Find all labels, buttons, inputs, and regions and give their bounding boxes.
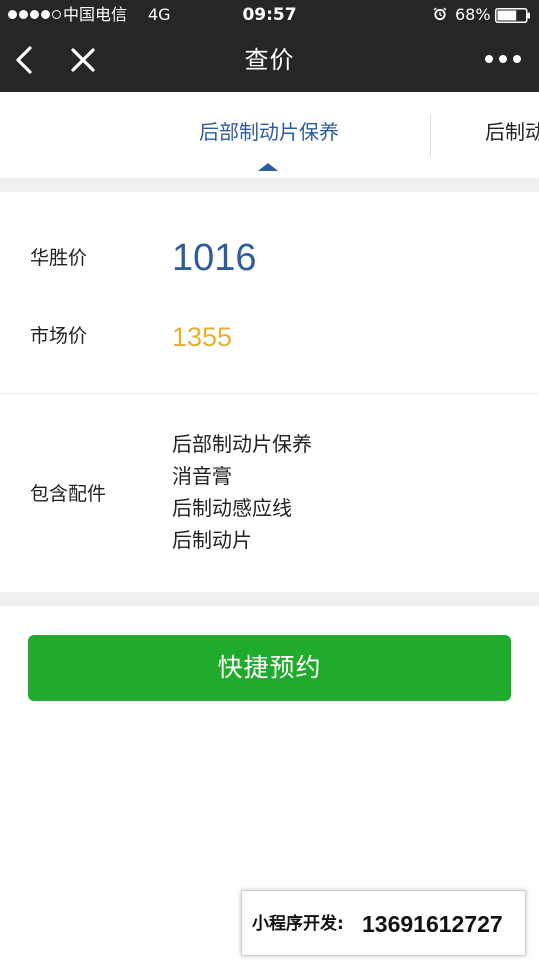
service-tabs: 后部制动片保养 后制动 <box>0 92 539 178</box>
top-bar: 中国电信 4G 09:57 68% 查价 <box>0 0 539 92</box>
part-item: 后部制动片保养 <box>172 432 312 456</box>
alarm-icon <box>433 7 447 21</box>
included-parts-list: 后部制动片保养 消音膏 后制动感应线 后制动片 <box>172 428 312 556</box>
part-item: 消音膏 <box>172 464 232 488</box>
battery-icon <box>495 8 530 23</box>
section-gap <box>0 178 539 192</box>
active-tab-indicator <box>258 163 278 171</box>
section-divider <box>0 393 539 394</box>
included-parts-label: 包含配件 <box>30 483 107 505</box>
part-item: 后制动感应线 <box>172 496 292 520</box>
nav-bar: 查价 <box>0 30 539 92</box>
huasheng-price-label: 华胜价 <box>30 247 88 269</box>
tab-divider <box>430 114 431 156</box>
app-screen: 中国电信 4G 09:57 68% 查价 后部制动片保养 后制动 华胜价 101… <box>0 0 539 960</box>
tab-rear-brake[interactable]: 后制动 <box>485 118 539 146</box>
promo-watermark: 小程序开发: 13691612727 <box>241 890 526 956</box>
market-price-value: 1355 <box>172 322 233 352</box>
battery-fill <box>497 10 517 21</box>
tab-rear-brake-pad-service[interactable]: 后部制动片保养 <box>168 118 370 146</box>
battery-percent: 68% <box>455 5 491 24</box>
promo-phone-number: 13691612727 <box>362 911 503 937</box>
market-price-label: 市场价 <box>30 325 88 347</box>
part-item: 后制动片 <box>172 528 252 552</box>
quick-booking-button[interactable]: 快捷预约 <box>28 635 511 701</box>
more-options-icon[interactable] <box>482 52 524 66</box>
page-title: 查价 <box>244 46 295 74</box>
huasheng-price-value: 1016 <box>172 237 257 279</box>
promo-label: 小程序开发: <box>252 914 344 934</box>
section-gap <box>0 592 539 606</box>
status-bar: 中国电信 4G 09:57 68% <box>0 0 539 30</box>
